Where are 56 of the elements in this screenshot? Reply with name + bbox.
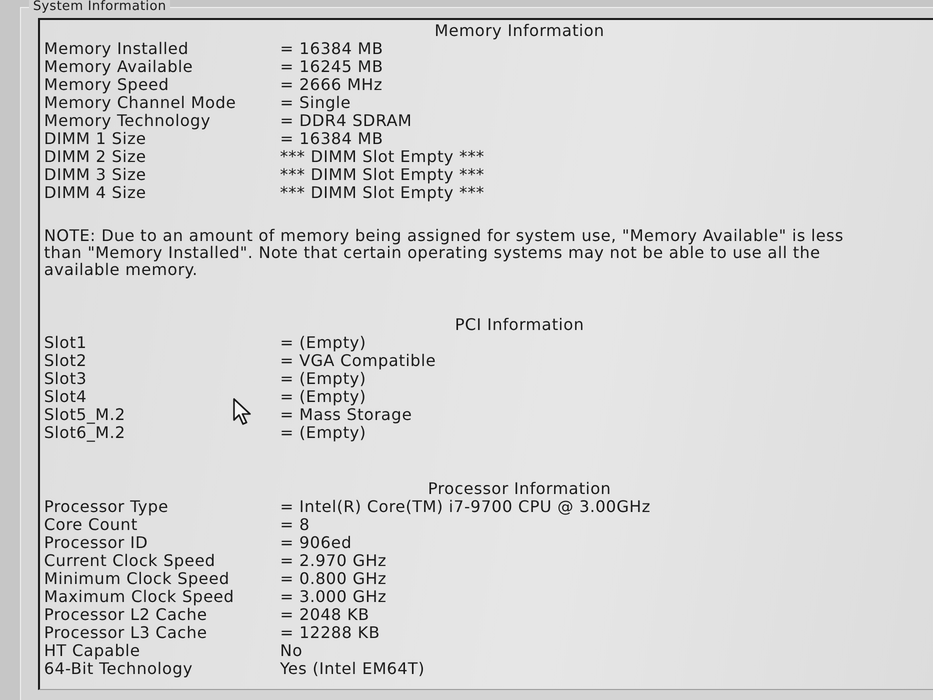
- field-value: = Single: [280, 94, 351, 112]
- note-text: NOTE: Due to an amount of memory being assigned for system use, "Memory Available" is less than "Memory Installed". Note that certain operating systems may not be able to use all the available memory.: [44, 227, 845, 278]
- field-label: Core Count: [44, 516, 138, 534]
- field-label: Slot1: [44, 334, 87, 352]
- field-value: = (Empty): [280, 424, 366, 442]
- field-label: 64-Bit Technology: [44, 660, 193, 678]
- mouse-cursor-icon: [233, 398, 252, 425]
- group-title: System Information: [29, 0, 170, 14]
- field-value: = 16384 MB: [280, 130, 384, 148]
- section-heading: Processor Information: [428, 480, 612, 498]
- field-label: Memory Technology: [44, 112, 211, 130]
- field-value: = 3.000 GHz: [280, 588, 387, 606]
- field-value: = 12288 KB: [280, 624, 380, 642]
- field-value: = (Empty): [280, 370, 366, 388]
- field-label: Processor Type: [44, 498, 168, 516]
- field-label: Memory Available: [44, 58, 193, 76]
- field-label: Memory Channel Mode: [44, 94, 236, 112]
- field-label: DIMM 1 Size: [44, 130, 146, 148]
- field-label: Processor L2 Cache: [44, 606, 208, 624]
- field-label: DIMM 3 Size: [44, 166, 146, 184]
- field-value: = 906ed: [280, 534, 352, 552]
- field-value: = 0.800 GHz: [280, 570, 387, 588]
- field-label: HT Capable: [44, 642, 140, 660]
- field-value: *** DIMM Slot Empty ***: [280, 184, 484, 202]
- field-value: = (Empty): [280, 334, 366, 352]
- field-value: = DDR4 SDRAM: [280, 112, 412, 130]
- field-value: No: [280, 642, 303, 660]
- field-label: Current Clock Speed: [44, 552, 216, 570]
- field-label: Slot6_M.2: [44, 424, 126, 442]
- field-label: DIMM 4 Size: [44, 184, 146, 202]
- field-value: = 2666 MHz: [280, 76, 383, 94]
- field-value: = Intel(R) Core(TM) i7-9700 CPU @ 3.00GHz: [280, 498, 651, 516]
- section-heading: Memory Information: [434, 22, 604, 40]
- field-label: Slot5_M.2: [44, 406, 126, 424]
- field-label: Maximum Clock Speed: [44, 588, 234, 606]
- field-label: Processor L3 Cache: [44, 624, 208, 642]
- field-value: = 2.970 GHz: [280, 552, 387, 570]
- field-value: = (Empty): [280, 388, 366, 406]
- field-value: = VGA Compatible: [280, 352, 436, 370]
- field-value: = 8: [280, 516, 310, 534]
- section-heading: PCI Information: [454, 316, 584, 334]
- field-value: *** DIMM Slot Empty ***: [280, 166, 484, 184]
- field-label: Slot3: [44, 370, 87, 388]
- field-label: DIMM 2 Size: [44, 148, 146, 166]
- field-value: Yes (Intel EM64T): [280, 660, 425, 678]
- field-value: *** DIMM Slot Empty ***: [280, 148, 484, 166]
- field-value: = 16384 MB: [280, 40, 384, 58]
- field-value: = Mass Storage: [280, 406, 412, 424]
- field-label: Slot2: [44, 352, 87, 370]
- field-label: Processor ID: [44, 534, 148, 552]
- field-label: Minimum Clock Speed: [44, 570, 230, 588]
- field-label: Slot4: [44, 388, 87, 406]
- field-label: Memory Speed: [44, 76, 170, 94]
- field-value: = 2048 KB: [280, 606, 370, 624]
- field-value: = 16245 MB: [280, 58, 384, 76]
- field-label: Memory Installed: [44, 40, 189, 58]
